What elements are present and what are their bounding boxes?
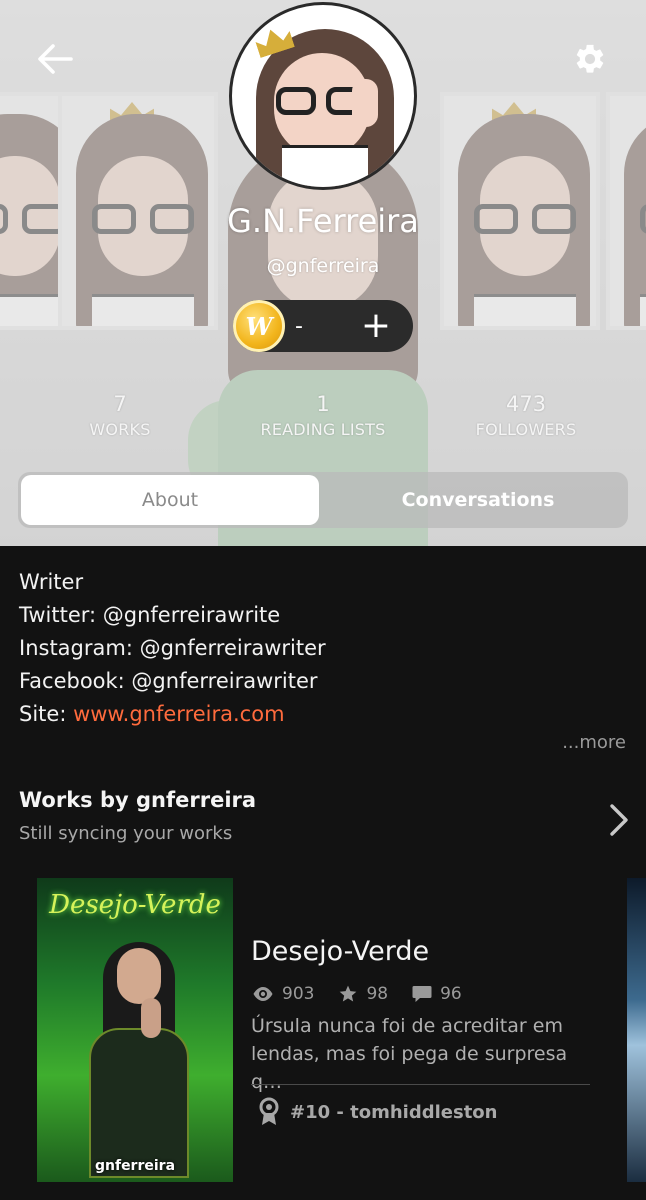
ribbon-icon bbox=[259, 1097, 279, 1125]
bio-line: Facebook: @gnferreirawriter bbox=[19, 669, 318, 693]
story-votes-count: 98 bbox=[366, 984, 389, 1004]
stat-reading-lists-label: READING LISTS bbox=[260, 420, 386, 439]
bio-site-line: Site: www.gnferreira.com bbox=[19, 698, 629, 731]
stat-followers-value: 473 bbox=[505, 392, 547, 416]
story-rank-text: #10 - tomhiddleston bbox=[290, 1101, 498, 1123]
wattpad-coin-icon: W bbox=[233, 300, 285, 352]
works-see-all-button[interactable] bbox=[604, 800, 634, 840]
stat-works-label: WORKS bbox=[89, 420, 151, 439]
stat-reading-lists-value: 1 bbox=[316, 392, 330, 416]
story-cover-title: Desejo-Verde bbox=[49, 890, 221, 920]
coin-balance-pill[interactable]: W - + bbox=[233, 300, 413, 352]
story-comments: 96 bbox=[412, 984, 462, 1004]
stat-works-value: 7 bbox=[113, 392, 127, 416]
profile-header: G.N.Ferreira @gnferreira W - + 7 WORKS 1… bbox=[0, 0, 646, 546]
works-section-title[interactable]: Works by gnferreira bbox=[19, 788, 256, 812]
profile-stats: 7 WORKS 1 READING LISTS 473 FOLLOWERS bbox=[0, 392, 646, 452]
bio-section: Writer Twitter: @gnferreirawrite Instagr… bbox=[19, 566, 629, 731]
bio-line: Twitter: @gnferreirawrite bbox=[19, 603, 281, 627]
comment-icon bbox=[412, 986, 432, 1002]
tab-conversations[interactable]: Conversations bbox=[328, 472, 628, 528]
bio-line: Instagram: @gnferreirawriter bbox=[19, 636, 326, 660]
gear-icon bbox=[576, 44, 604, 73]
story-stats: 903 98 96 bbox=[252, 982, 486, 1006]
stat-followers[interactable]: 473 FOLLOWERS bbox=[426, 392, 626, 439]
username-handle: @gnferreira bbox=[266, 255, 380, 277]
story-votes: 98 bbox=[338, 984, 388, 1004]
back-button[interactable] bbox=[30, 36, 80, 82]
story-cover-figure bbox=[83, 942, 193, 1178]
tab-about[interactable]: About bbox=[21, 475, 319, 525]
story-reads: 903 bbox=[252, 984, 314, 1004]
settings-button[interactable] bbox=[566, 36, 614, 82]
bio-site-link[interactable]: www.gnferreira.com bbox=[73, 702, 284, 726]
next-story-cover[interactable] bbox=[627, 878, 646, 1182]
divider bbox=[251, 1084, 590, 1085]
star-icon bbox=[340, 985, 357, 1002]
stat-followers-label: FOLLOWERS bbox=[475, 420, 577, 439]
stat-reading-lists[interactable]: 1 READING LISTS bbox=[223, 392, 423, 439]
story-cover[interactable]: Desejo-Verde gnferreira bbox=[37, 878, 233, 1182]
works-section-subtitle: Still syncing your works bbox=[19, 823, 233, 844]
display-name: G.N.Ferreira bbox=[227, 202, 419, 240]
arrow-left-icon bbox=[38, 44, 73, 74]
bio-more-link[interactable]: ...more bbox=[562, 732, 626, 753]
eye-icon bbox=[253, 987, 273, 1001]
story-reads-count: 903 bbox=[282, 984, 315, 1004]
stat-works[interactable]: 7 WORKS bbox=[20, 392, 220, 439]
story-comments-count: 96 bbox=[440, 984, 462, 1004]
story-title[interactable]: Desejo-Verde bbox=[251, 936, 429, 967]
story-rank-badge[interactable]: #10 - tomhiddleston bbox=[258, 1097, 498, 1127]
plus-icon[interactable]: + bbox=[361, 308, 391, 344]
avatar[interactable] bbox=[229, 2, 417, 190]
story-cover-author: gnferreira bbox=[94, 1158, 176, 1174]
chevron-right-icon bbox=[610, 804, 628, 836]
profile-tabs: About Conversations bbox=[18, 472, 628, 528]
bio-line: Writer bbox=[19, 570, 84, 594]
bio-site-label: Site: bbox=[19, 702, 74, 726]
coin-count: - bbox=[295, 313, 303, 339]
